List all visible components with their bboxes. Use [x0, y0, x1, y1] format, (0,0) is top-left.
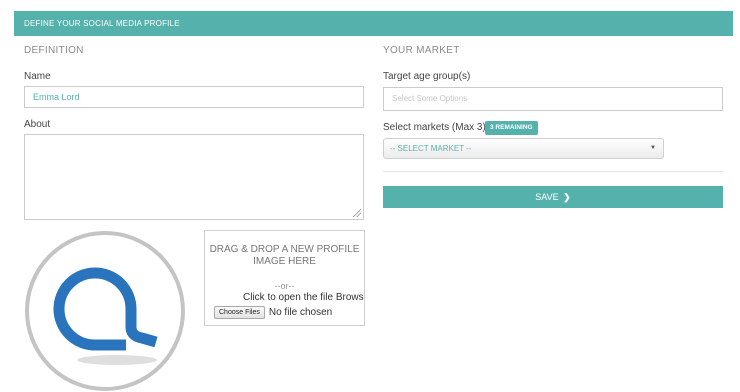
save-button[interactable]: SAVE ❯: [383, 186, 723, 208]
header-title: DEFINE YOUR SOCIAL MEDIA PROFILE: [24, 19, 180, 28]
caret-down-icon: ▼: [650, 145, 656, 151]
page-header: DEFINE YOUR SOCIAL MEDIA PROFILE: [14, 11, 733, 36]
chevron-right-icon: ❯: [563, 192, 571, 202]
market-select[interactable]: -- SELECT MARKET -- ▼: [383, 138, 664, 159]
remaining-badge: 3 REMAINING: [485, 121, 538, 135]
dropzone-or: --or--: [274, 281, 295, 291]
market-select-value: -- SELECT MARKET --: [390, 144, 472, 153]
dropzone-title: DRAG & DROP A NEW PROFILE IMAGE HERE: [209, 244, 360, 267]
markets-label: Select markets (Max 3): [383, 122, 486, 133]
name-label: Name: [24, 71, 51, 82]
age-group-label: Target age group(s): [383, 71, 471, 82]
about-textarea[interactable]: [24, 134, 364, 220]
file-input[interactable]: Choose Files No file chosen: [214, 306, 332, 319]
about-label: About: [24, 119, 51, 130]
dropzone-click-text[interactable]: Click to open the file Browser: [243, 292, 364, 303]
image-dropzone[interactable]: DRAG & DROP A NEW PROFILE IMAGE HERE --o…: [204, 230, 365, 326]
age-group-input[interactable]: Select Some Options: [383, 87, 723, 111]
market-section-title: YOUR MARKET: [383, 45, 460, 56]
divider: [383, 171, 723, 172]
no-file-text: No file chosen: [268, 307, 333, 318]
name-input[interactable]: Emma Lord: [24, 86, 364, 108]
save-label: SAVE: [535, 192, 559, 202]
resize-grip-icon[interactable]: [353, 209, 361, 217]
choose-files-button[interactable]: Choose Files: [214, 306, 265, 319]
profile-logo-icon: [25, 231, 185, 391]
definition-section-title: DEFINITION: [24, 45, 84, 56]
